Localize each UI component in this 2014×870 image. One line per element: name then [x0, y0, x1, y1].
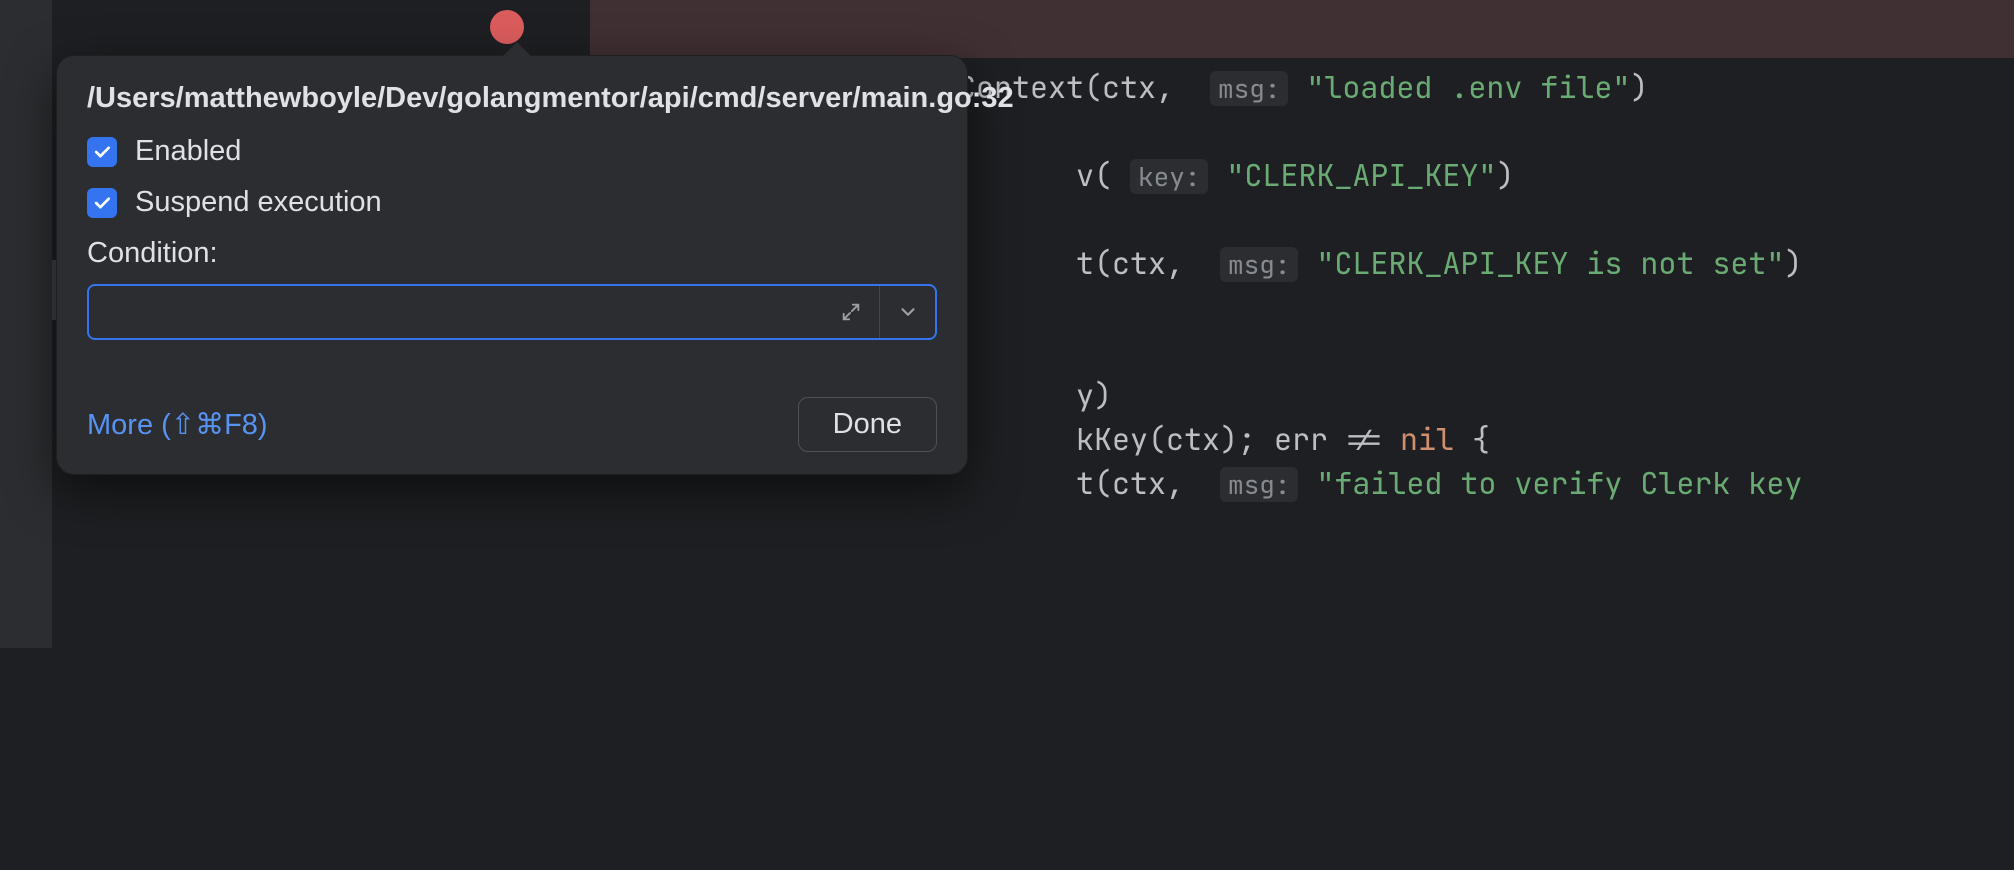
condition-label: Condition: — [87, 237, 937, 270]
breakpoint-icon[interactable] — [490, 10, 524, 44]
enabled-label: Enabled — [135, 135, 241, 168]
suspend-row[interactable]: Suspend execution — [87, 186, 937, 219]
editor-background: slog.DebugContext(ctx, msg: "loaded .env… — [0, 0, 2014, 648]
code-token: ) — [1784, 243, 1802, 283]
check-icon — [92, 142, 112, 162]
code-line: t(ctx, msg: "failed to verify Clerk key — [968, 396, 1802, 572]
condition-field[interactable] — [87, 284, 937, 340]
param-hint: msg: — [1220, 467, 1298, 502]
popover-footer: More (⇧⌘F8) Done — [87, 397, 937, 452]
check-icon — [92, 193, 112, 213]
code-token: t(ctx, — [1076, 243, 1184, 283]
code-token: t(ctx, — [1076, 463, 1184, 503]
suspend-label: Suspend execution — [135, 186, 382, 219]
expand-input-button[interactable] — [823, 286, 879, 338]
enabled-checkbox[interactable] — [87, 137, 117, 167]
condition-input[interactable] — [89, 286, 823, 338]
chevron-down-icon — [897, 301, 919, 323]
tool-rail — [0, 0, 52, 648]
breakpoint-path: /Users/matthewboyle/Dev/golangmentor/api… — [87, 82, 937, 115]
code-token: ) — [1630, 67, 1648, 107]
more-link[interactable]: More (⇧⌘F8) — [87, 407, 268, 442]
done-button[interactable]: Done — [798, 397, 937, 452]
expand-icon — [840, 301, 862, 323]
code-token: "CLERK_API_KEY is not set" — [1316, 243, 1784, 283]
breakpoint-popover: /Users/matthewboyle/Dev/golangmentor/api… — [56, 55, 968, 475]
suspend-checkbox[interactable] — [87, 188, 117, 218]
enabled-row[interactable]: Enabled — [87, 135, 937, 168]
param-hint: msg: — [1220, 247, 1298, 282]
condition-history-button[interactable] — [879, 286, 935, 338]
code-token: "failed to verify Clerk key — [1316, 463, 1802, 503]
